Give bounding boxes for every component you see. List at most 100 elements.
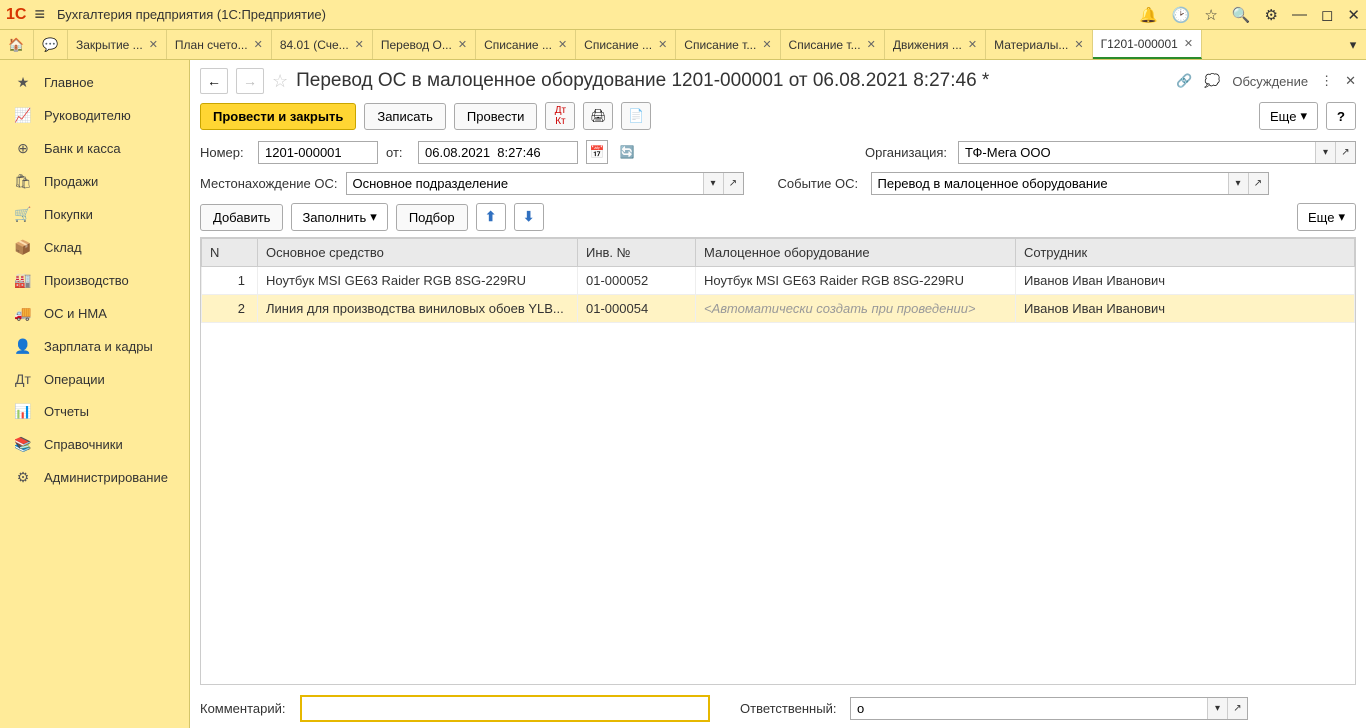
location-input[interactable]: [347, 173, 703, 194]
tab[interactable]: План счето...✕: [167, 30, 272, 59]
add-row-button[interactable]: Добавить: [200, 204, 283, 231]
org-input[interactable]: [959, 142, 1315, 163]
sidebar-item[interactable]: 👤Зарплата и кадры: [0, 330, 189, 363]
tab-close-icon[interactable]: ✕: [867, 38, 876, 51]
col-employee[interactable]: Сотрудник: [1016, 239, 1355, 267]
settings-icon[interactable]: ⚙: [1265, 6, 1278, 24]
tab-close-icon[interactable]: ✕: [254, 38, 263, 51]
table-more-button[interactable]: Еще ▾: [1297, 203, 1356, 231]
tab[interactable]: Списание т...✕: [676, 30, 780, 59]
maximize-icon[interactable]: ◻: [1321, 6, 1333, 24]
tab-close-icon[interactable]: ✕: [558, 38, 567, 51]
move-down-button[interactable]: ⬇: [514, 203, 544, 231]
home-button[interactable]: 🏠: [0, 30, 34, 59]
tab-close-icon[interactable]: ✕: [762, 38, 771, 51]
tab[interactable]: Перевод О...✕: [373, 30, 476, 59]
link-icon[interactable]: 🔗: [1176, 73, 1192, 89]
col-asset[interactable]: Основное средство: [258, 239, 578, 267]
kebab-icon[interactable]: ⋮: [1320, 73, 1333, 89]
date-input[interactable]: [418, 141, 578, 164]
tab[interactable]: Списание ...✕: [576, 30, 676, 59]
chat-button[interactable]: 💬: [34, 30, 68, 59]
report-button[interactable]: 📄: [621, 102, 651, 130]
menu-icon[interactable]: ≡: [34, 4, 45, 25]
sidebar-item[interactable]: 📚Справочники: [0, 428, 189, 461]
select-button[interactable]: Подбор: [396, 204, 468, 231]
tab-close-icon[interactable]: ✕: [355, 38, 364, 51]
col-number[interactable]: N: [202, 239, 258, 267]
table-row[interactable]: 1Ноутбук MSI GE63 Raider RGB 8SG-229RU01…: [202, 267, 1355, 295]
tab[interactable]: Материалы...✕: [986, 30, 1092, 59]
help-button[interactable]: ?: [1326, 102, 1356, 130]
doc-more-button[interactable]: Еще ▾: [1259, 102, 1318, 130]
minimize-icon[interactable]: —: [1292, 6, 1307, 23]
table-cell[interactable]: Ноутбук MSI GE63 Raider RGB 8SG-229RU: [258, 267, 578, 295]
table-cell[interactable]: Иванов Иван Иванович: [1016, 295, 1355, 323]
tab-close-icon[interactable]: ✕: [1074, 38, 1083, 51]
sidebar-item[interactable]: 🏭Производство: [0, 264, 189, 297]
tab-close-icon[interactable]: ✕: [458, 38, 467, 51]
tab-close-icon[interactable]: ✕: [149, 38, 158, 51]
discuss-label[interactable]: Обсуждение: [1232, 74, 1308, 89]
table-cell[interactable]: 01-000052: [578, 267, 696, 295]
star-icon[interactable]: ☆: [272, 71, 288, 92]
tab-close-icon[interactable]: ✕: [1184, 37, 1193, 50]
table-cell[interactable]: 2: [202, 295, 258, 323]
dtkt-button[interactable]: ДтКт: [545, 102, 575, 130]
tab[interactable]: Закрытие ...✕: [68, 30, 167, 59]
sidebar-item[interactable]: ⊕Банк и касса: [0, 132, 189, 165]
print-button[interactable]: 🖨: [583, 102, 613, 130]
event-input[interactable]: [872, 173, 1228, 194]
table-row[interactable]: 2Линия для производства виниловых обоев …: [202, 295, 1355, 323]
location-dropdown-button[interactable]: ▾: [703, 173, 723, 194]
table-cell[interactable]: <Автоматически создать при проведении>: [696, 295, 1016, 323]
sidebar-item[interactable]: 🚚ОС и НМА: [0, 297, 189, 330]
refresh-icon[interactable]: 🔄: [616, 140, 638, 164]
sidebar-item[interactable]: ★Главное: [0, 66, 189, 99]
sidebar-item[interactable]: 🛒Покупки: [0, 198, 189, 231]
col-lowvalue[interactable]: Малоценное оборудование: [696, 239, 1016, 267]
tabs-more-button[interactable]: ▾: [1340, 30, 1366, 59]
save-button[interactable]: Записать: [364, 103, 446, 130]
post-and-close-button[interactable]: Провести и закрыть: [200, 103, 356, 130]
bell-icon[interactable]: 🔔: [1139, 6, 1158, 24]
table-cell[interactable]: 01-000054: [578, 295, 696, 323]
table-cell[interactable]: Иванов Иван Иванович: [1016, 267, 1355, 295]
table-cell[interactable]: 1: [202, 267, 258, 295]
sidebar-item[interactable]: 📦Склад: [0, 231, 189, 264]
calendar-button[interactable]: 📅: [586, 140, 608, 164]
nav-forward-button[interactable]: →: [236, 68, 264, 94]
discuss-icon[interactable]: 💭: [1204, 73, 1220, 89]
col-inventory[interactable]: Инв. №: [578, 239, 696, 267]
responsible-input[interactable]: [851, 698, 1207, 719]
tab[interactable]: 84.01 (Сче...✕: [272, 30, 373, 59]
location-open-button[interactable]: ↗: [723, 173, 743, 194]
tab[interactable]: Списание т...✕: [781, 30, 885, 59]
history-icon[interactable]: 🕑: [1172, 6, 1191, 24]
event-open-button[interactable]: ↗: [1248, 173, 1268, 194]
comment-input[interactable]: [300, 695, 710, 722]
move-up-button[interactable]: ⬆: [476, 203, 506, 231]
sidebar-item[interactable]: 📊Отчеты: [0, 395, 189, 428]
tab[interactable]: Движения ...✕: [885, 30, 986, 59]
org-dropdown-button[interactable]: ▾: [1315, 142, 1335, 163]
close-app-icon[interactable]: ✕: [1347, 6, 1360, 24]
tab-close-icon[interactable]: ✕: [658, 38, 667, 51]
tab[interactable]: Списание ...✕: [476, 30, 576, 59]
close-doc-icon[interactable]: ✕: [1345, 73, 1356, 89]
sidebar-item[interactable]: ДтОперации: [0, 363, 189, 395]
nav-back-button[interactable]: ←: [200, 68, 228, 94]
post-button[interactable]: Провести: [454, 103, 538, 130]
sidebar-item[interactable]: 📈Руководителю: [0, 99, 189, 132]
responsible-open-button[interactable]: ↗: [1227, 698, 1247, 719]
number-input[interactable]: [258, 141, 378, 164]
sidebar-item[interactable]: ⚙Администрирование: [0, 461, 189, 494]
sidebar-item[interactable]: 🛍Продажи: [0, 165, 189, 198]
org-open-button[interactable]: ↗: [1335, 142, 1355, 163]
fill-button[interactable]: Заполнить ▾: [291, 203, 387, 231]
table-cell[interactable]: Ноутбук MSI GE63 Raider RGB 8SG-229RU: [696, 267, 1016, 295]
favorite-icon[interactable]: ☆: [1204, 6, 1217, 24]
event-dropdown-button[interactable]: ▾: [1228, 173, 1248, 194]
responsible-dropdown-button[interactable]: ▾: [1207, 698, 1227, 719]
tab-close-icon[interactable]: ✕: [968, 38, 977, 51]
